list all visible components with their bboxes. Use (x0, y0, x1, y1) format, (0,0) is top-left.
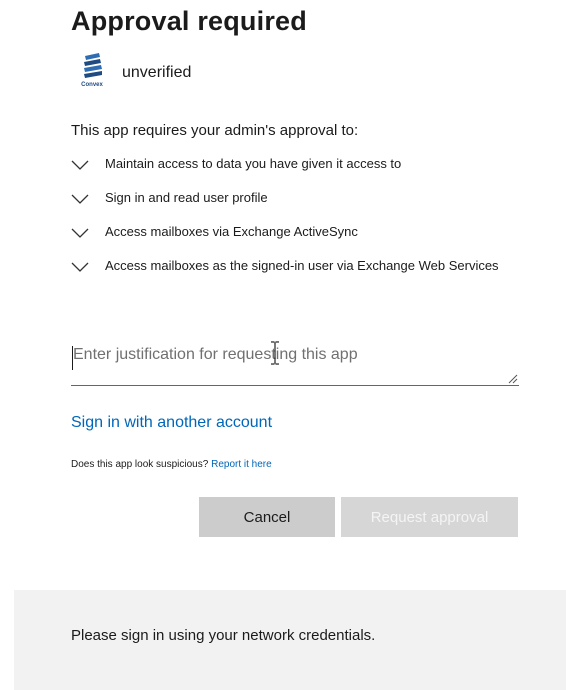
suspicious-app-notice: Does this app look suspicious? Report it… (71, 459, 272, 470)
permission-item[interactable]: Maintain access to data you have given i… (71, 154, 511, 173)
cancel-button[interactable]: Cancel (199, 497, 335, 537)
app-publisher-status: unverified (122, 64, 192, 81)
text-cursor-icon (270, 341, 280, 365)
permission-label: Access mailboxes via Exchange ActiveSync (105, 224, 358, 239)
footer-banner: Please sign in using your network creden… (14, 590, 566, 690)
approval-intro-text: This app requires your admin's approval … (71, 122, 359, 139)
approval-dialog: Approval required Convex unverified This… (14, 0, 566, 590)
permission-item[interactable]: Access mailboxes as the signed-in user v… (71, 256, 511, 275)
permission-label: Maintain access to data you have given i… (105, 156, 402, 171)
app-info: Convex unverified (72, 52, 191, 92)
report-link[interactable]: Report it here (211, 459, 272, 470)
page: Approval required Convex unverified This… (0, 0, 566, 690)
chevron-down-icon[interactable] (71, 159, 89, 171)
justification-input[interactable] (71, 340, 519, 386)
request-approval-button[interactable]: Request approval (341, 497, 518, 537)
permission-label: Sign in and read user profile (105, 190, 268, 205)
chevron-down-icon[interactable] (71, 261, 89, 273)
permission-list: Maintain access to data you have given i… (71, 154, 511, 290)
chevron-down-icon[interactable] (71, 193, 89, 205)
left-edge (0, 0, 14, 690)
suspicious-question: Does this app look suspicious? (71, 459, 209, 470)
logo-text: Convex (81, 82, 103, 88)
footer-message: Please sign in using your network creden… (71, 627, 376, 644)
text-caret (72, 346, 73, 370)
resize-grip-icon[interactable] (508, 374, 518, 384)
sign-in-another-account-link[interactable]: Sign in with another account (71, 414, 272, 432)
permission-label: Access mailboxes as the signed-in user v… (105, 258, 499, 273)
dialog-title: Approval required (71, 6, 307, 36)
convex-logo-icon: Convex (72, 52, 112, 92)
permission-item[interactable]: Access mailboxes via Exchange ActiveSync (71, 222, 511, 241)
permission-item[interactable]: Sign in and read user profile (71, 188, 511, 207)
chevron-down-icon[interactable] (71, 227, 89, 239)
